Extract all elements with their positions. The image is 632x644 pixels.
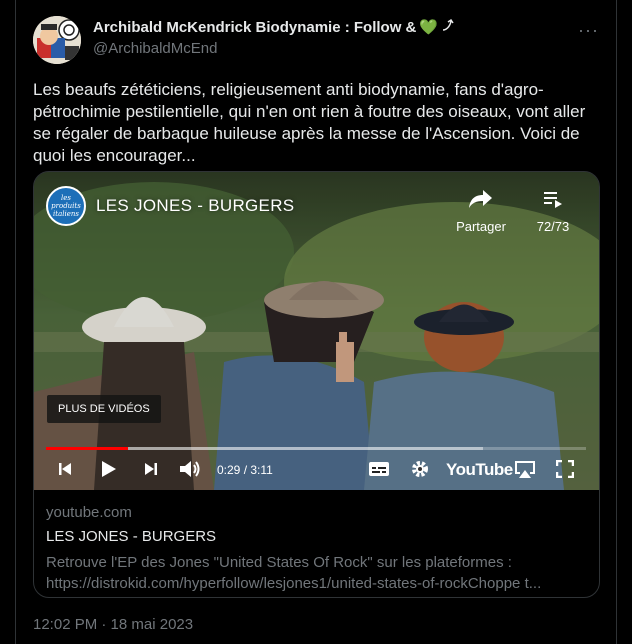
youtube-logo[interactable]: YouTube [446,460,513,480]
channel-logo[interactable]: les produits italiens [46,186,86,226]
gear-icon [412,461,428,477]
card-description-line2: https://distrokid.com/hyperfollow/lesjon… [46,575,542,592]
next-button[interactable] [140,458,162,480]
previous-button[interactable] [54,458,76,480]
card-meta[interactable]: youtube.com LES JONES - BURGERS Retrouve… [46,504,586,594]
fullscreen-icon [556,460,574,478]
subtitles-icon [369,462,389,476]
media-card[interactable]: les produits italiens LES JONES - BURGER… [33,171,600,598]
play-icon [102,461,116,477]
author-name-text: Archibald McKendrick Biodynamie : Follow… [93,18,417,36]
green-heart-icon: 💚 [419,19,439,36]
channel-logo-text: les produits italiens [51,194,81,218]
previous-icon [59,463,71,475]
playback-time: 0:29 / 3:11 [217,463,273,477]
play-button[interactable] [96,458,120,480]
author-avatar[interactable] [33,16,81,64]
share-label: Partager [456,219,506,234]
next-icon [145,463,157,475]
airplay-button[interactable] [512,458,538,480]
airplay-icon [515,461,535,478]
volume-button[interactable] [177,458,203,480]
tweet-text: Les beaufs zététiciens, religieusement a… [33,80,586,165]
more-videos-button[interactable]: PLUS DE VIDÉOS [47,395,161,423]
video-title[interactable]: LES JONES - BURGERS [96,196,294,216]
timeline-border-right [616,0,617,644]
share-button[interactable]: Partager [452,188,510,234]
playlist-position: 72/73 [536,219,570,234]
timeline-border-left [15,0,16,644]
video-player[interactable]: les produits italiens LES JONES - BURGER… [34,172,599,490]
author-block: Archibald McKendrick Biodynamie : Follow… [93,18,455,57]
progress-bar[interactable] [46,447,586,450]
card-domain: youtube.com [46,504,132,521]
author-display-name[interactable]: Archibald McKendrick Biodynamie : Follow… [93,18,455,36]
playlist-icon [544,192,562,208]
more-options-icon[interactable]: ··· [578,20,599,41]
progress-played [46,447,129,450]
subtitles-button[interactable] [367,458,391,480]
fullscreen-button[interactable] [554,458,576,480]
card-description-line1: Retrouve l'EP des Jones "United States O… [46,554,512,571]
volume-icon [180,461,200,477]
share-arrow-icon [469,190,492,208]
video-frame [34,172,599,490]
author-handle[interactable]: @ArchibaldMcEnd [93,40,455,57]
settings-button[interactable] [408,458,432,480]
tweet-timestamp[interactable]: 12:02 PM · 18 mai 2023 [33,616,193,633]
card-title: LES JONES - BURGERS [46,528,217,545]
playlist-button[interactable]: 72/73 [528,188,578,234]
arrow-icon [441,18,455,36]
